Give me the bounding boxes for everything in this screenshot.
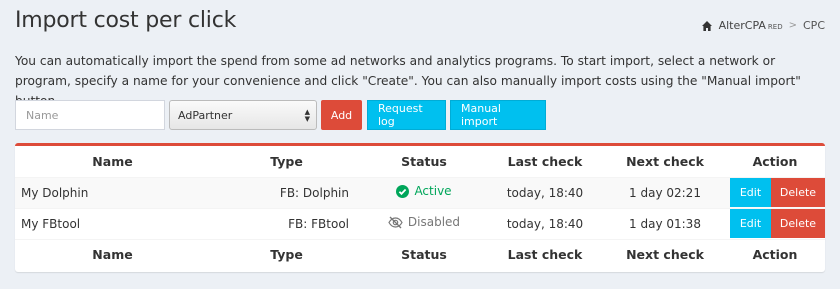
add-button[interactable]: Add: [321, 100, 362, 130]
import-toolbar: AdPartner ▲▼ Add Request log Manual impo…: [15, 100, 546, 130]
footer-action: Action: [752, 247, 798, 263]
row-name: My Dolphin: [21, 185, 89, 200]
request-log-button[interactable]: Request log: [367, 100, 446, 130]
check-circle-icon: [396, 184, 410, 198]
header-name[interactable]: Name: [15, 146, 210, 177]
header-last-check[interactable]: Last check: [485, 146, 605, 177]
page-header: Import cost per click AlterCPA RED > CPC: [15, 8, 825, 38]
header-status[interactable]: Status: [363, 146, 485, 177]
edit-button[interactable]: Edit: [730, 178, 771, 207]
footer-type: Type: [270, 247, 303, 263]
table-header-row: Name Type Status Last check Next check A…: [15, 146, 825, 177]
table-footer-row: Name Type Status Last check Next check A…: [15, 239, 825, 270]
breadcrumb-app-link[interactable]: AlterCPA RED: [719, 19, 783, 32]
manual-import-button[interactable]: Manual import: [450, 100, 546, 130]
eye-slash-icon: [388, 216, 403, 229]
header-type[interactable]: Type: [210, 146, 363, 177]
footer-name: Name: [92, 247, 133, 263]
table-row: My Dolphin FB: Dolphin Active today, 18:…: [15, 177, 825, 208]
footer-last-check: Last check: [507, 247, 583, 263]
name-input[interactable]: [15, 100, 165, 130]
home-icon[interactable]: [701, 20, 713, 32]
row-type: FB: FBtool: [288, 216, 349, 231]
row-next-check: 1 day 02:21: [629, 185, 701, 200]
table-row: My FBtool FB: FBtool Disabled today, 18:…: [15, 208, 825, 239]
edit-button[interactable]: Edit: [730, 209, 771, 238]
footer-next-check: Next check: [626, 247, 704, 263]
imports-table-box: Name Type Status Last check Next check A…: [15, 143, 825, 272]
footer-status: Status: [401, 247, 447, 263]
status-badge: Disabled: [388, 215, 460, 229]
delete-button[interactable]: Delete: [771, 178, 825, 207]
breadcrumb: AlterCPA RED > CPC: [701, 19, 825, 32]
network-select[interactable]: AdPartner ▲ ▼: [169, 100, 317, 130]
row-next-check: 1 day 01:38: [629, 216, 701, 231]
row-name: My FBtool: [21, 216, 81, 231]
row-last-check: today, 18:40: [506, 185, 584, 200]
header-action: Action: [752, 153, 798, 169]
select-arrows-icon: ▲ ▼: [304, 108, 310, 123]
header-next-check[interactable]: Next check: [605, 146, 725, 177]
imports-table: Name Type Status Last check Next check A…: [15, 146, 825, 270]
breadcrumb-app-suffix: RED: [767, 23, 783, 31]
status-text: Disabled: [407, 215, 461, 230]
delete-button[interactable]: Delete: [771, 209, 825, 238]
row-last-check: today, 18:40: [506, 216, 584, 231]
row-type: FB: Dolphin: [279, 185, 349, 200]
status-text: Active: [414, 184, 452, 199]
breadcrumb-current: CPC: [803, 19, 825, 32]
network-select-value: AdPartner: [178, 108, 233, 122]
page-title: Import cost per click: [15, 8, 237, 33]
status-badge: Active: [396, 184, 452, 199]
breadcrumb-separator: >: [788, 20, 797, 31]
